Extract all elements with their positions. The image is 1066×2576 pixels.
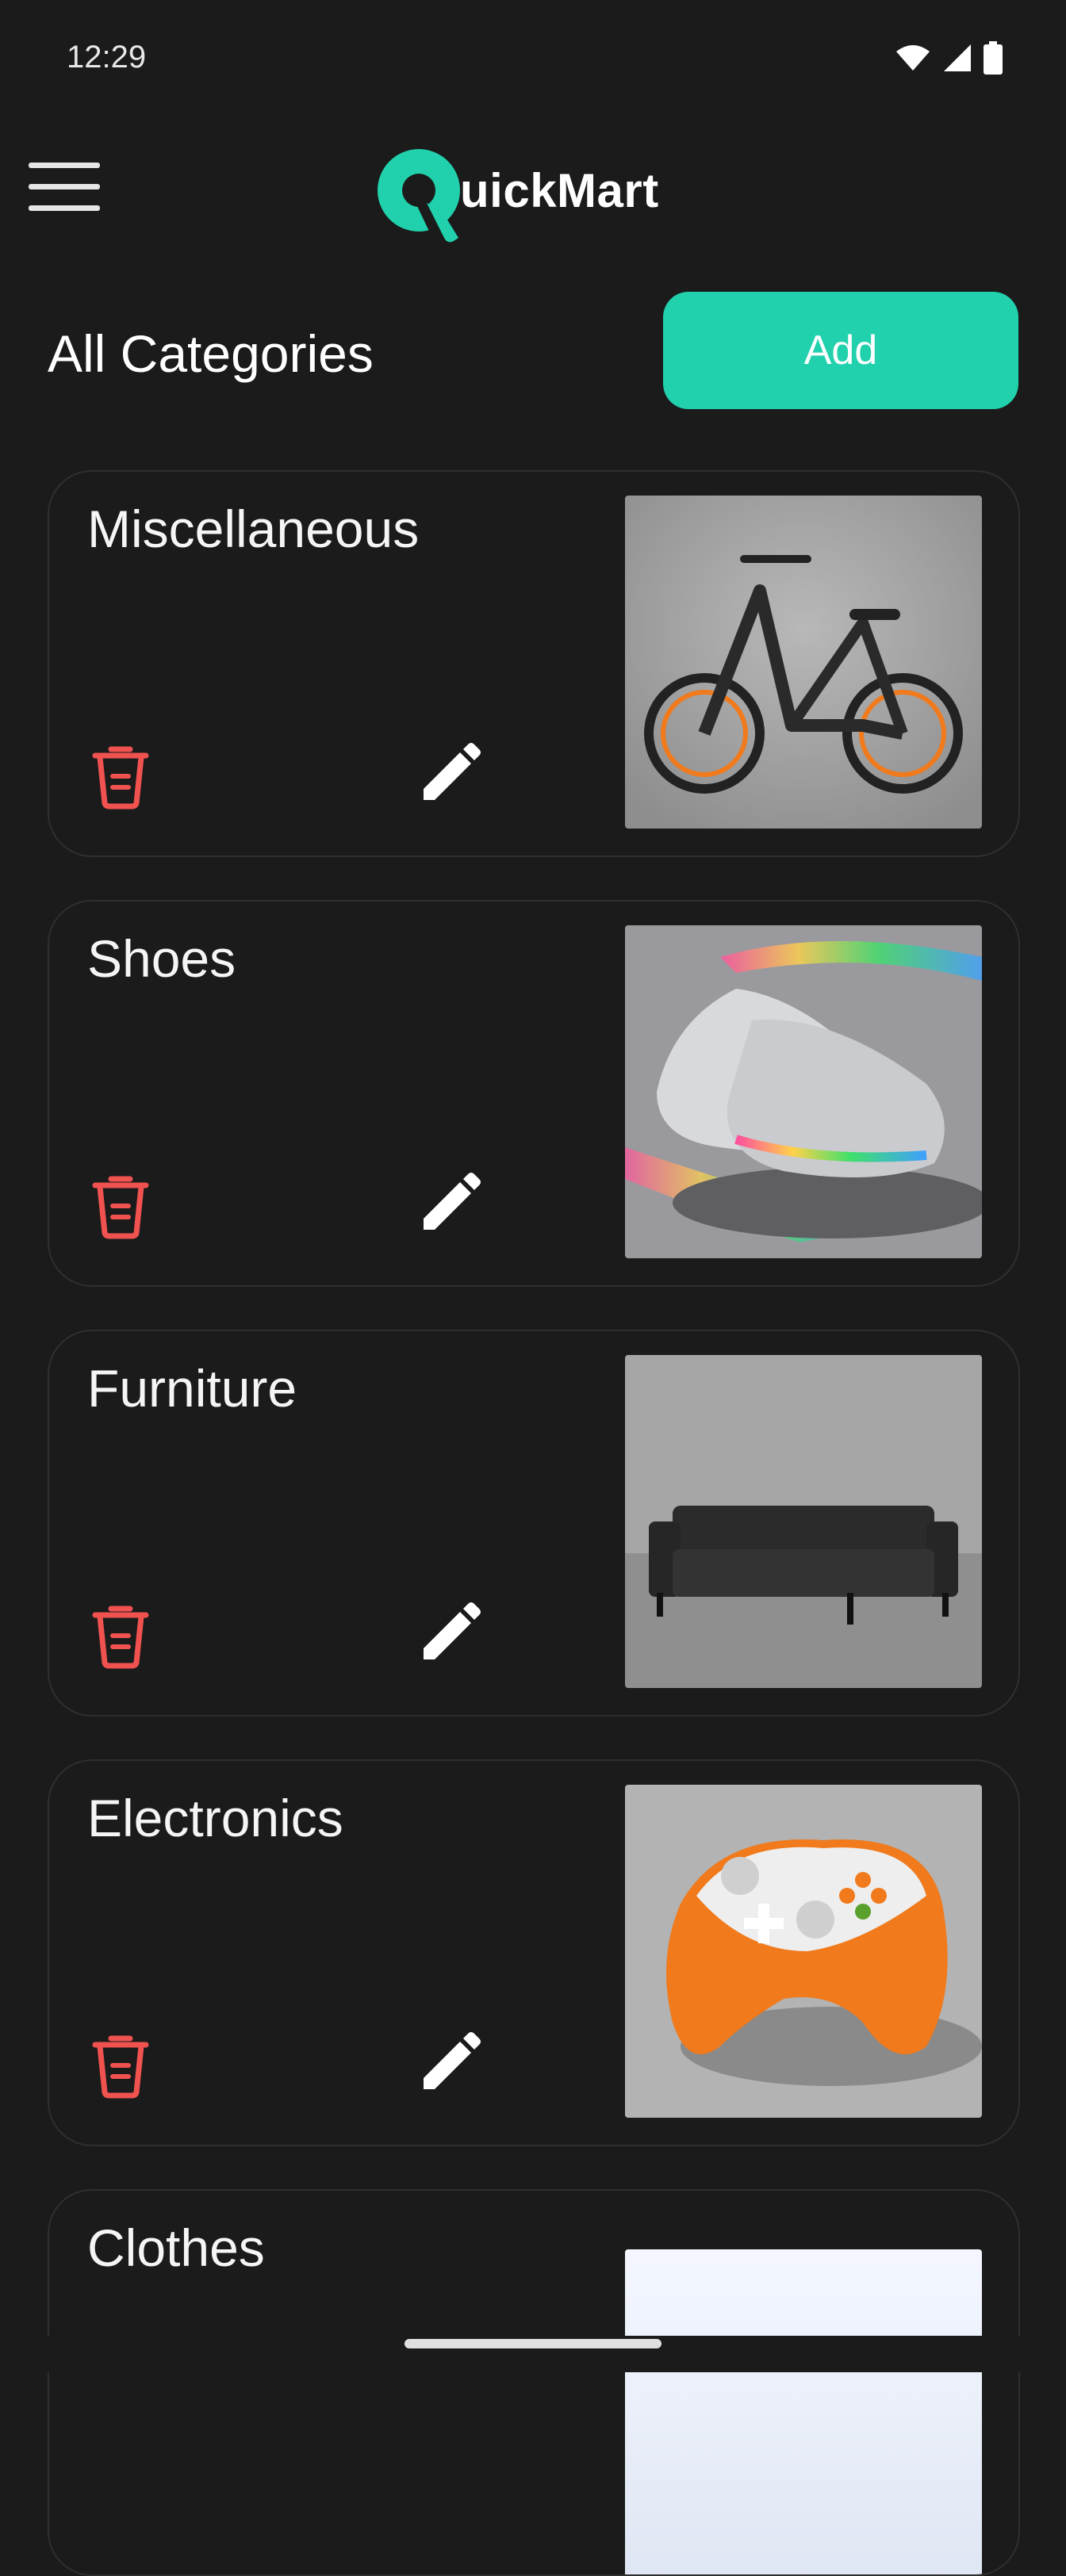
category-image-clothes bbox=[625, 2249, 982, 2574]
category-image-sofa bbox=[625, 1355, 982, 1688]
category-card[interactable]: Electronics bbox=[48, 1759, 1020, 2146]
category-name: Electronics bbox=[87, 1789, 343, 1847]
category-name: Miscellaneous bbox=[87, 500, 420, 558]
delete-icon[interactable] bbox=[89, 1171, 152, 1239]
page-title: All Categories bbox=[48, 324, 374, 383]
edit-icon[interactable] bbox=[419, 2031, 482, 2094]
category-name: Furniture bbox=[87, 1359, 297, 1418]
edit-icon[interactable] bbox=[419, 741, 482, 805]
menu-icon-line bbox=[29, 163, 100, 168]
category-card[interactable]: Furniture bbox=[48, 1330, 1020, 1717]
add-button[interactable]: Add bbox=[663, 292, 1018, 409]
category-card[interactable]: Shoes bbox=[48, 900, 1020, 1287]
home-indicator[interactable] bbox=[405, 2339, 661, 2348]
delete-icon[interactable] bbox=[89, 1601, 152, 1669]
category-image-game-controller bbox=[625, 1785, 982, 2118]
category-image-bicycle bbox=[625, 496, 982, 829]
brand-name: uickMart bbox=[460, 163, 659, 217]
menu-icon-line bbox=[29, 184, 100, 189]
category-name: Clothes bbox=[87, 2218, 265, 2277]
category-image-sneakers bbox=[625, 925, 982, 1258]
battery-icon bbox=[984, 41, 1003, 75]
menu-icon-line bbox=[29, 205, 100, 211]
category-name: Shoes bbox=[87, 929, 236, 988]
wifi-icon bbox=[896, 45, 930, 71]
delete-icon[interactable] bbox=[89, 741, 152, 810]
header-row: All Categories Add bbox=[0, 292, 1066, 411]
edit-icon[interactable] bbox=[419, 1601, 482, 1664]
status-time: 12:29 bbox=[67, 40, 147, 75]
signal-icon bbox=[944, 44, 971, 71]
status-icons bbox=[895, 41, 1003, 75]
edit-icon[interactable] bbox=[419, 1171, 482, 1234]
category-card[interactable]: Miscellaneous bbox=[48, 470, 1020, 857]
menu-button[interactable] bbox=[29, 163, 103, 220]
brand-logo: Q uickMart bbox=[378, 143, 659, 243]
logo-q-icon: Q bbox=[378, 146, 466, 243]
status-bar: 12:29 bbox=[0, 0, 1066, 119]
delete-icon[interactable] bbox=[89, 2031, 152, 2099]
app-bar: Q uickMart bbox=[0, 119, 1066, 262]
category-card[interactable]: Clothes bbox=[48, 2189, 1020, 2576]
